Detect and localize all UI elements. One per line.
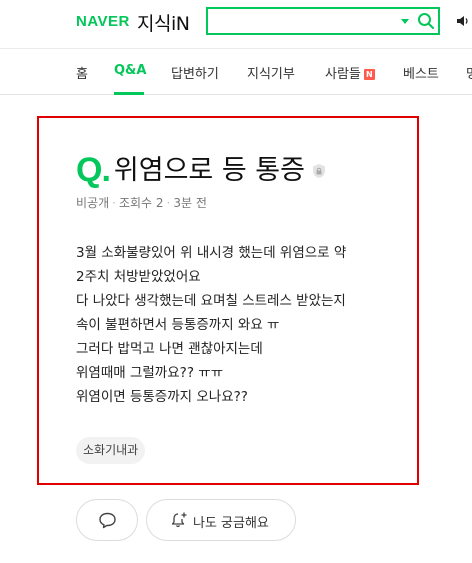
header: NAVER 지식iN <box>0 0 472 48</box>
nav-item-donate[interactable]: 지식기부 <box>247 63 295 82</box>
question-body: 3월 소화불량있어 위 내시경 했는데 위염으로 약 2주치 처방받았었어요 다… <box>76 241 406 409</box>
nav-item-answer[interactable]: 답변하기 <box>171 63 219 82</box>
naver-logo[interactable]: NAVER <box>76 13 130 30</box>
question-meta: 비공개 · 조회수 2 · 3분 전 <box>76 196 207 210</box>
nav-item-people[interactable]: 사람들 N <box>325 63 375 82</box>
view-count: 조회수 2 <box>118 196 164 210</box>
nav-item-best[interactable]: 베스트 <box>403 63 439 82</box>
me-too-curious-label: 나도 궁금해요 <box>193 516 269 531</box>
visibility-label: 비공개 <box>76 196 110 210</box>
q-mark: Q. <box>76 151 111 189</box>
nav-item-more[interactable]: 명 <box>466 63 472 82</box>
body-line: 2주치 처방받았었어요 <box>76 269 201 285</box>
lock-badge-icon <box>312 164 325 178</box>
nav-item-people-label: 사람들 <box>325 67 361 82</box>
body-line: 속이 불편하면서 등통증까지 와요 ㅠ <box>76 317 280 333</box>
comment-button[interactable] <box>76 499 138 541</box>
body-line: 그러다 밥먹고 나면 괜찮아지는데 <box>76 341 263 357</box>
comment-bubble-icon <box>99 512 116 529</box>
body-line: 위염때매 그럴까요?? ㅠㅠ <box>76 365 224 381</box>
speaker-icon[interactable] <box>456 14 470 28</box>
category-tag[interactable]: 소화기내과 <box>76 437 146 464</box>
bell-plus-icon <box>171 512 187 528</box>
posted-time: 3분 전 <box>173 196 207 210</box>
nav-item-qna[interactable]: Q&A <box>114 63 146 78</box>
question-title: 위염으로 등 통증 <box>113 155 305 186</box>
new-badge: N <box>363 69 375 80</box>
search-input[interactable] <box>212 11 392 31</box>
active-tab-indicator <box>114 92 144 95</box>
search-box <box>206 7 440 35</box>
kin-logo[interactable]: 지식iN <box>137 9 190 36</box>
question-title-row: Q. 위염으로 등 통증 <box>76 148 327 190</box>
body-line: 3월 소화불량있어 위 내시경 했는데 위염으로 약 <box>76 245 347 261</box>
search-icon[interactable] <box>417 12 435 30</box>
nav-item-home[interactable]: 홈 <box>76 63 88 82</box>
me-too-curious-button[interactable]: 나도 궁금해요 <box>146 499 296 541</box>
body-line: 다 나았다 생각했는데 요며칠 스트레스 받았는지 <box>76 293 346 309</box>
main-nav: 홈 Q&A 답변하기 지식기부 사람들 N 베스트 명 <box>0 49 472 95</box>
caret-down-icon[interactable] <box>399 15 411 27</box>
body-line: 위염이면 등통증까지 오나요?? <box>76 389 248 405</box>
